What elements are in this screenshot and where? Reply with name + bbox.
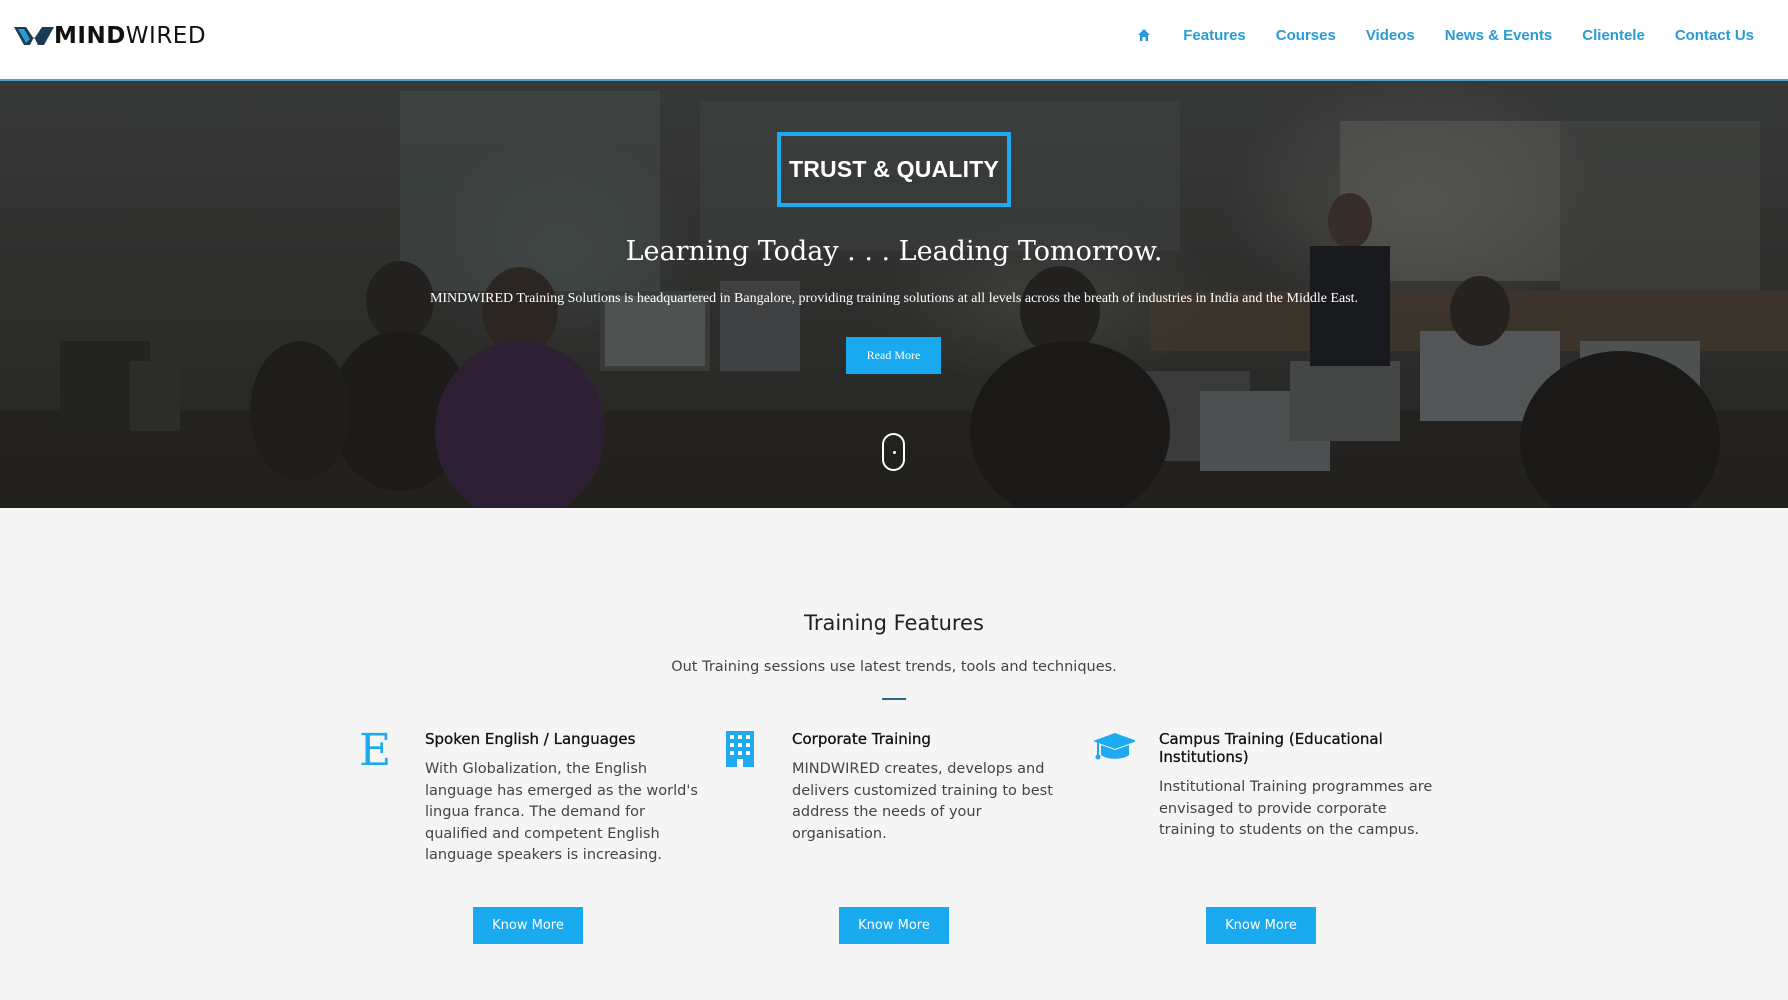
home-icon[interactable] <box>1137 28 1153 44</box>
brand-name-bold: MIND <box>54 23 126 49</box>
hero-banner: TRUST & QUALITY Learning Today . . . Lea… <box>0 81 1788 508</box>
nav-contact-us[interactable]: Contact Us <box>1675 27 1754 44</box>
feature-text: Institutional Training programmes are en… <box>1159 779 1433 838</box>
know-more-button-corporate[interactable]: Know More <box>839 907 949 944</box>
know-more-button-english[interactable]: Know More <box>473 907 583 944</box>
main-nav: Features Courses Videos News & Events Cl… <box>1107 27 1754 44</box>
brand-logo[interactable]: MIND WIRED <box>14 22 206 50</box>
know-more-button-campus[interactable]: Know More <box>1206 907 1316 944</box>
building-icon <box>726 731 754 767</box>
features-title: Training Features <box>804 611 984 635</box>
hero-title: Learning Today . . . Leading Tomorrow. <box>625 236 1163 267</box>
top-navbar: MIND WIRED Features Courses Videos News &… <box>0 0 1788 81</box>
nav-clientele[interactable]: Clientele <box>1582 27 1645 44</box>
nav-videos[interactable]: Videos <box>1366 27 1415 44</box>
mouse-scroll-icon[interactable] <box>882 433 905 471</box>
feature-title: Spoken English / Languages <box>425 730 636 748</box>
hero-badge: TRUST & QUALITY <box>777 132 1011 207</box>
feature-text: With Globalization, the English language… <box>425 761 698 863</box>
graduation-cap-icon <box>1093 733 1135 760</box>
nav-courses[interactable]: Courses <box>1276 27 1336 44</box>
feature-title: Corporate Training <box>792 730 931 748</box>
svg-text:E: E <box>359 727 391 771</box>
logo-wing-icon <box>14 27 54 45</box>
hero-description: MINDWIRED Training Solutions is headquar… <box>429 291 1359 306</box>
read-more-button[interactable]: Read More <box>846 337 941 374</box>
nav-news-events[interactable]: News & Events <box>1445 27 1553 44</box>
hero-badge-text: TRUST & QUALITY <box>789 156 999 182</box>
letter-e-icon: E <box>359 727 391 771</box>
feature-title: Campus Training (Educational Institution… <box>1159 730 1383 766</box>
features-subtitle: Out Training sessions use latest trends,… <box>671 659 1117 675</box>
section-divider <box>882 698 906 700</box>
nav-features[interactable]: Features <box>1183 27 1246 44</box>
brand-name-light: WIRED <box>125 23 207 49</box>
feature-text: MINDWIRED creates, develops and delivers… <box>792 761 1053 842</box>
